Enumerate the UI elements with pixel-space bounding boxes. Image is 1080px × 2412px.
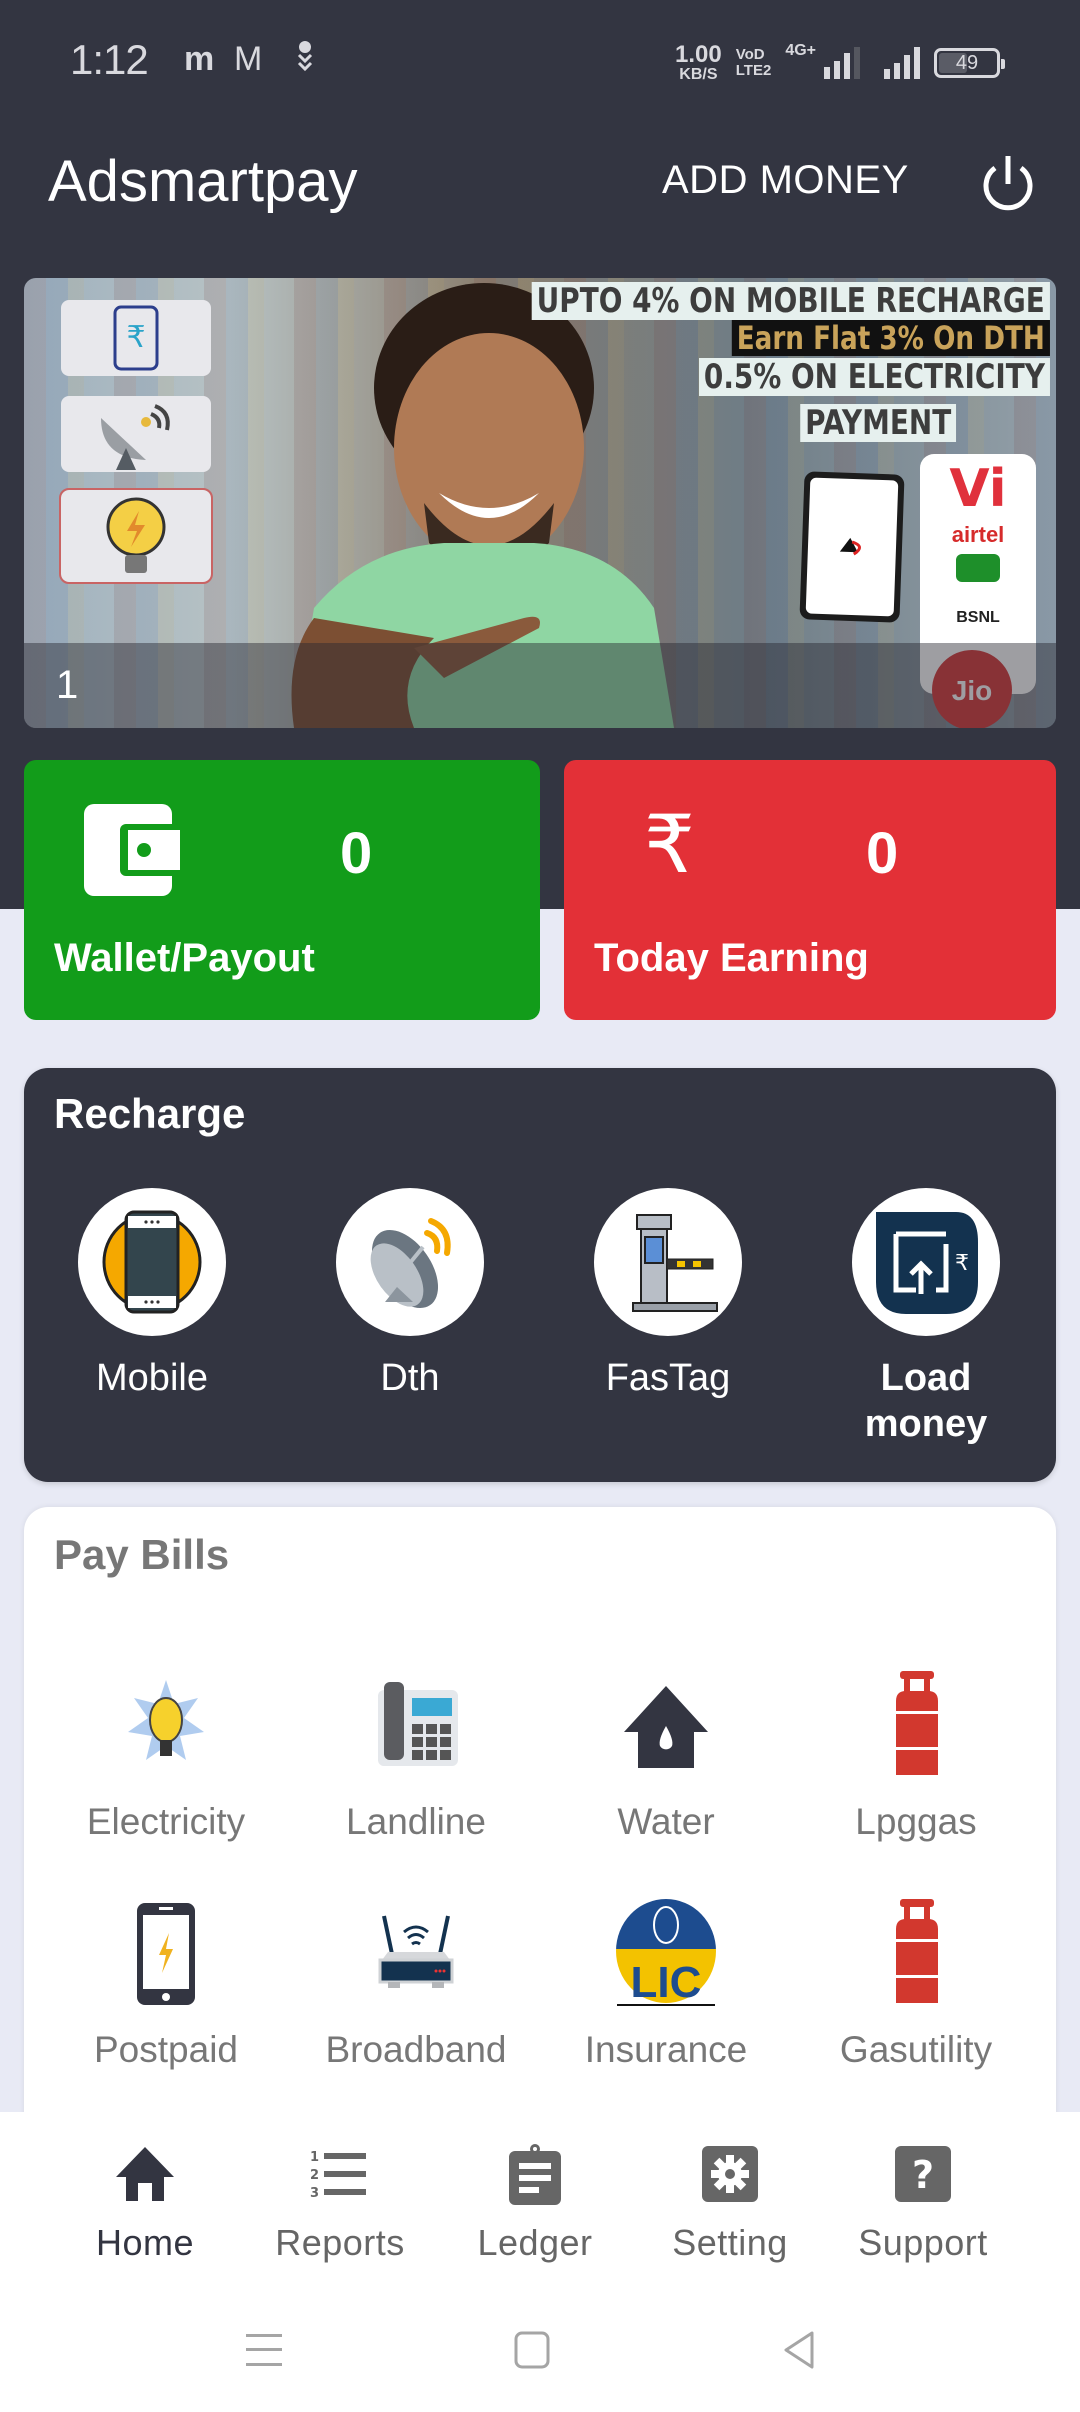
battery-level: 49 (955, 51, 979, 74)
bill-lpggas[interactable]: Lpggas (796, 1671, 1036, 1843)
svg-text:₹: ₹ (955, 1251, 969, 1276)
svg-text:₹: ₹ (126, 320, 145, 355)
landline-phone-icon (378, 1682, 458, 1766)
banner-slide-index: 1 (56, 663, 79, 707)
recharge-fastag[interactable]: FasTag (568, 1188, 768, 1402)
today-earning-card[interactable]: ₹ 0 Today Earning (564, 760, 1056, 1020)
battery-icon: 49 (934, 48, 1005, 78)
recharge-section: Recharge Mobile Dth FasTag ₹ Load money (24, 1068, 1056, 1482)
promo-banner[interactable]: ₹ UPTO 4% ON MOBILE RECHARGE Earn Flat 3… (24, 278, 1056, 728)
pay-bills-section: Pay Bills Electricity Landline Water Lpg… (24, 1507, 1056, 2127)
wallet-payout-card[interactable]: 0 Wallet/Payout (24, 760, 540, 1020)
bulb-bolt-icon (106, 497, 166, 573)
wallet-label: Wallet/Payout (54, 936, 315, 980)
notification-gmail-icon: M (234, 40, 263, 78)
rupee-phone-icon: ₹ (113, 305, 159, 371)
mtnl-logo (956, 554, 1000, 582)
status-bar: 1:12 m M 1.00 KB/S VoD LTE2 4G+ 49 (0, 0, 1080, 120)
power-icon (983, 156, 1033, 211)
svg-text:LIC: LIC (631, 1958, 702, 2007)
recharge-mobile[interactable]: Mobile (52, 1188, 252, 1402)
load-money-icon: ₹ (876, 1212, 978, 1314)
bill-postpaid[interactable]: Postpaid (46, 1899, 286, 2071)
satellite-dish-icon (101, 404, 170, 470)
bsnl-logo: BSNL (956, 609, 1000, 626)
vi-logo: Vi (949, 459, 1006, 519)
network-type: 4G+ (785, 42, 816, 59)
toll-gate-icon (632, 1214, 718, 1312)
recharge-dth[interactable]: Dth (310, 1188, 510, 1402)
app-title: Adsmartpay (48, 149, 358, 214)
home-icon (116, 2147, 174, 2201)
mobile-icon (102, 1210, 202, 1314)
ad-logo-icon (839, 537, 861, 556)
status-icons: 1.00 KB/S VoD LTE2 4G+ 49 (675, 38, 1005, 88)
logout-button[interactable] (976, 152, 1040, 216)
pay-bills-title: Pay Bills (54, 1531, 230, 1578)
svg-text:3: 3 (310, 2186, 319, 2199)
network-speed: 1.00 KB/S (675, 41, 722, 83)
nav-home[interactable]: Home (45, 2142, 245, 2264)
svg-text:2: 2 (310, 2168, 319, 2183)
banner-mobile-tile: ₹ (61, 300, 211, 376)
gas-cylinder-icon (896, 1671, 938, 1775)
notification-m-icon: m (184, 40, 215, 78)
nav-reports[interactable]: 1 2 3 Reports (240, 2142, 440, 2264)
light-bulb-icon (128, 1680, 204, 1760)
clipboard-icon (509, 2144, 561, 2205)
nav-ledger[interactable]: Ledger (435, 2142, 635, 2264)
rupee-icon: ₹ (644, 798, 695, 891)
bill-gasutility[interactable]: Gasutility (796, 1899, 1036, 2071)
home-system-button[interactable] (502, 2320, 562, 2380)
today-earning-value: 0 (866, 821, 899, 886)
back-triangle-icon (784, 2331, 814, 2369)
nav-support[interactable]: ? Support (823, 2142, 1023, 2264)
nav-setting[interactable]: Setting (630, 2142, 830, 2264)
water-house-icon (624, 1686, 708, 1768)
bill-insurance[interactable]: LIC Insurance (546, 1899, 786, 2071)
airtel-logo: airtel (952, 522, 1005, 547)
help-icon: ? (895, 2146, 951, 2202)
promo-line-4: PAYMENT (800, 404, 956, 442)
signal-sim1-icon (824, 47, 860, 79)
today-earning-label: Today Earning (594, 936, 869, 980)
bill-electricity[interactable]: Electricity (46, 1671, 286, 1843)
recharge-load-money[interactable]: ₹ Load money (826, 1188, 1026, 1447)
square-home-icon (514, 2331, 550, 2369)
recent-apps-button[interactable] (234, 2320, 294, 2380)
router-icon (378, 1915, 454, 1988)
volte-icon: VoD LTE2 (735, 46, 772, 79)
signal-sim2-icon (884, 47, 920, 79)
promo-line-2: Earn Flat 3% On DTH (732, 320, 1050, 356)
bill-landline[interactable]: Landline (296, 1671, 536, 1843)
banner-caption-overlay (24, 643, 1056, 728)
promo-line-3: 0.5% ON ELECTRICITY (699, 358, 1050, 396)
svg-text:1: 1 (310, 2150, 319, 2165)
add-money-button[interactable]: ADD MONEY (662, 158, 909, 203)
bill-broadband[interactable]: Broadband (296, 1899, 536, 2071)
wallet-icon (84, 804, 180, 896)
menu-lines-icon (246, 2334, 282, 2366)
bill-water[interactable]: Water (546, 1671, 786, 1843)
banner-phone-image (799, 471, 905, 623)
numbered-list-icon: 1 2 3 (310, 2150, 366, 2199)
satellite-dish-icon (370, 1218, 451, 1309)
status-time: 1:12 (70, 36, 149, 83)
gear-icon (702, 2146, 758, 2202)
gas-cylinder-icon (896, 1899, 938, 2003)
promo-line-1: UPTO 4% ON MOBILE RECHARGE (532, 282, 1050, 320)
svg-text:?: ? (912, 2153, 934, 2197)
postpaid-phone-icon (137, 1903, 195, 2005)
banner-electricity-tile (59, 488, 213, 584)
wallet-balance: 0 (340, 821, 373, 886)
lic-icon: LIC (616, 1899, 716, 2007)
banner-dth-tile (61, 396, 211, 472)
recharge-title: Recharge (54, 1090, 246, 1137)
back-button[interactable] (768, 2320, 828, 2380)
notification-download-icon (296, 40, 314, 83)
